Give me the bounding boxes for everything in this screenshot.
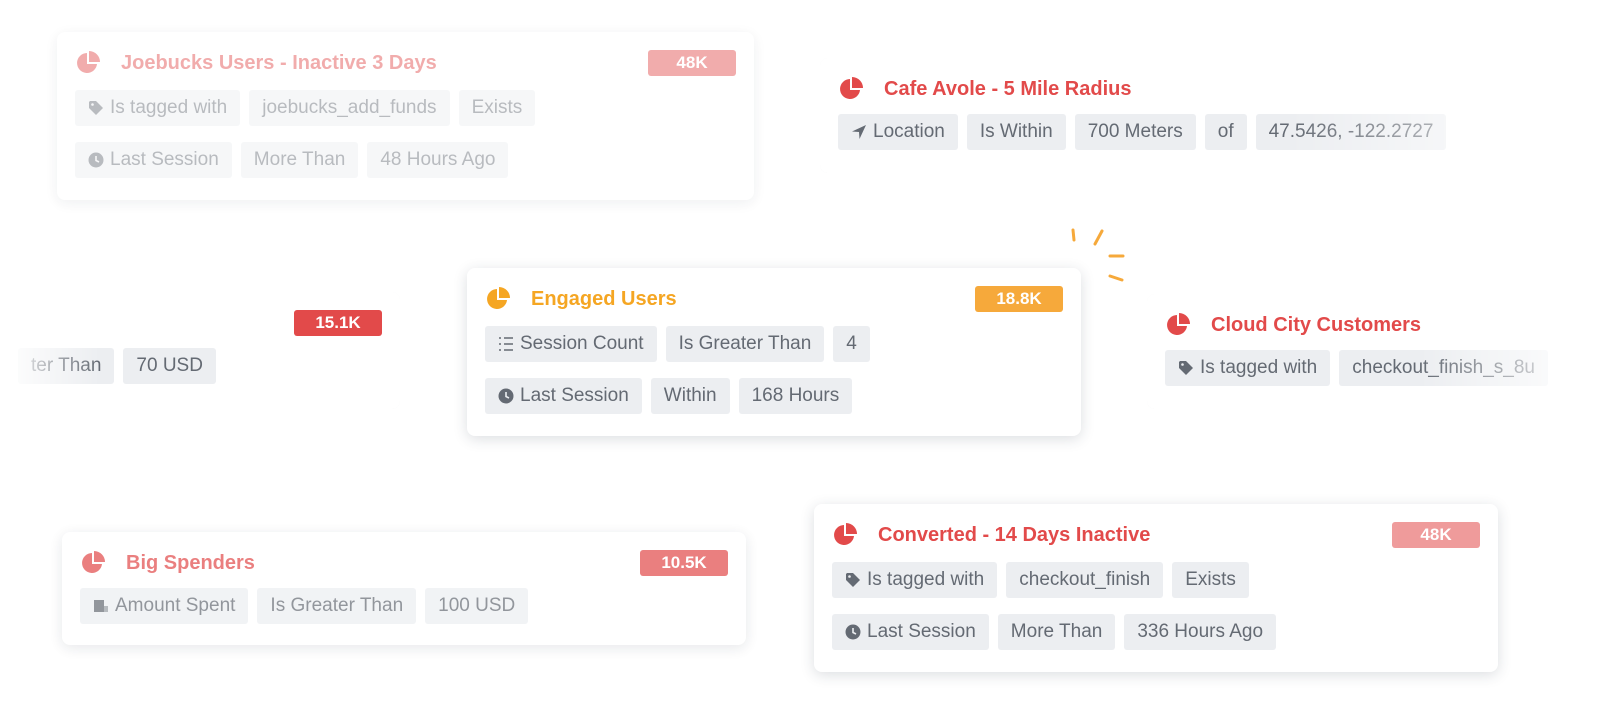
filter-operator[interactable]: Is Greater Than xyxy=(257,588,417,624)
filter-operator[interactable]: Exists xyxy=(458,90,536,126)
clock-icon xyxy=(498,388,514,404)
filter-operator[interactable]: More Than xyxy=(997,614,1116,650)
segment-card-partial[interactable]: 15.1K ter Than 70 USD xyxy=(0,292,400,409)
pie-chart-icon xyxy=(832,522,858,548)
filter-property-label: Location xyxy=(873,121,945,142)
pie-chart-icon xyxy=(1165,312,1191,338)
filter-value[interactable]: 168 Hours xyxy=(738,378,853,414)
clock-icon xyxy=(88,152,104,168)
segment-card-converted[interactable]: Converted - 14 Days Inactive 48K Is tagg… xyxy=(814,504,1498,672)
filter-property[interactable]: Is tagged with xyxy=(1165,350,1331,386)
filter-property-label: Last Session xyxy=(110,149,219,170)
filter-property[interactable]: Is tagged with xyxy=(75,90,241,126)
filter-property-label: Is tagged with xyxy=(1200,357,1318,378)
filter-connector: of xyxy=(1204,114,1247,150)
filter-property[interactable]: Is tagged with xyxy=(832,562,998,598)
filter-operator[interactable]: ter Than xyxy=(18,348,115,384)
filter-value[interactable]: 100 USD xyxy=(425,588,529,624)
filter-value[interactable]: 48 Hours Ago xyxy=(367,142,509,178)
filter-coordinates[interactable]: 47.5426, -122.2727 xyxy=(1255,114,1447,150)
filter-property-label: Session Count xyxy=(520,333,644,354)
filter-property[interactable]: Session Count xyxy=(485,326,657,362)
filter-operator[interactable]: Exists xyxy=(1172,562,1249,598)
filter-value[interactable]: 700 Meters xyxy=(1074,114,1196,150)
segment-card-cafe-avole[interactable]: Cafe Avole - 5 Mile Radius Location Is W… xyxy=(820,58,1600,173)
tag-icon xyxy=(845,572,861,588)
tag-icon xyxy=(1178,360,1194,376)
pie-chart-icon xyxy=(838,76,864,102)
filter-property-label: Last Session xyxy=(867,621,976,642)
filter-value[interactable]: joebucks_add_funds xyxy=(249,90,450,126)
segment-title: Cafe Avole - 5 Mile Radius xyxy=(884,77,1132,100)
filter-property[interactable]: Amount Spent xyxy=(80,588,249,624)
money-icon xyxy=(93,598,109,614)
location-arrow-icon xyxy=(851,124,867,140)
segment-count-badge: 48K xyxy=(648,50,736,76)
segment-title: Cloud City Customers xyxy=(1211,313,1422,336)
filter-property-label: Is tagged with xyxy=(867,569,985,590)
segment-title: Joebucks Users - Inactive 3 Days xyxy=(121,51,437,74)
filter-value[interactable]: checkout_finish xyxy=(1006,562,1164,598)
filter-operator[interactable]: Is Greater Than xyxy=(665,326,825,362)
filter-value[interactable]: 336 Hours Ago xyxy=(1124,614,1277,650)
segment-title: Engaged Users xyxy=(531,287,677,310)
filter-property[interactable]: Last Session xyxy=(75,142,232,178)
pie-chart-icon xyxy=(80,550,106,576)
segment-title: Big Spenders xyxy=(126,551,255,574)
pie-chart-icon xyxy=(75,50,101,76)
tag-icon xyxy=(88,100,104,116)
filter-value[interactable]: checkout_finish_s_8u xyxy=(1339,350,1548,386)
clock-icon xyxy=(845,624,861,640)
segment-card-joebucks[interactable]: Joebucks Users - Inactive 3 Days 48K Is … xyxy=(57,32,754,200)
segment-title: Converted - 14 Days Inactive xyxy=(878,523,1151,546)
filter-property[interactable]: Location xyxy=(838,114,958,150)
filter-property-label: Amount Spent xyxy=(115,595,236,616)
filter-property-label: Is tagged with xyxy=(110,97,228,118)
filter-value[interactable]: 70 USD xyxy=(123,348,216,384)
filter-operator[interactable]: Is Within xyxy=(966,114,1066,150)
segment-card-big-spenders[interactable]: Big Spenders 10.5K Amount Spent Is Great… xyxy=(62,532,746,645)
segment-count-badge: 18.8K xyxy=(975,286,1063,312)
filter-operator[interactable]: Within xyxy=(650,378,730,414)
list-icon xyxy=(498,336,514,352)
filter-operator[interactable]: More Than xyxy=(240,142,359,178)
filter-property[interactable]: Last Session xyxy=(485,378,642,414)
filter-value[interactable]: 4 xyxy=(833,326,870,362)
segment-card-engaged-users[interactable]: Engaged Users 18.8K Session Count Is Gre… xyxy=(467,268,1081,436)
segment-count-badge: 48K xyxy=(1392,522,1480,548)
segment-count-badge: 15.1K xyxy=(294,310,382,336)
filter-property[interactable]: Last Session xyxy=(832,614,989,650)
filter-property-label: Last Session xyxy=(520,385,629,406)
pie-chart-icon xyxy=(485,286,511,312)
segment-card-cloud-city[interactable]: Cloud City Customers Is tagged with chec… xyxy=(1147,294,1600,409)
segment-count-badge: 10.5K xyxy=(640,550,728,576)
